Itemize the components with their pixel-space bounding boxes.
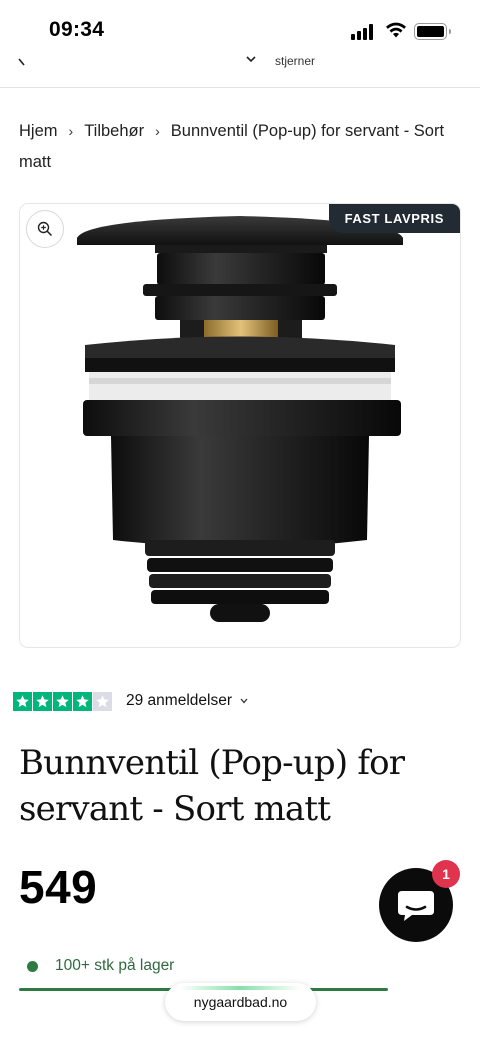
star-icon <box>33 691 52 711</box>
breadcrumb: Hjem › Tilbehør › Bunnventil (Pop-up) for se… <box>19 116 459 178</box>
breadcrumb-separator: › <box>155 123 160 139</box>
stock-dot-icon <box>27 960 38 972</box>
star-icon <box>53 691 72 711</box>
stock-text: 100+ stk på lager <box>55 957 175 974</box>
battery-icon <box>414 23 451 40</box>
breadcrumb-current: Bunnventil (Pop-up) for servant - Sort m… <box>19 122 445 171</box>
chat-icon <box>398 891 434 921</box>
star-rating <box>13 691 112 711</box>
top-strip: stjerner <box>0 48 480 88</box>
wifi-icon <box>385 21 407 44</box>
rating-row[interactable]: 29 anmeldelser <box>13 691 248 711</box>
breadcrumb-accessories[interactable]: Tilbehør <box>84 122 144 140</box>
star-icon <box>13 691 32 711</box>
stars-link[interactable]: stjerner <box>275 54 315 68</box>
review-count[interactable]: 29 anmeldelser <box>126 692 232 710</box>
back-chevron-icon[interactable] <box>18 53 26 69</box>
low-price-badge: FAST LAVPRIS <box>328 204 460 233</box>
zoom-button[interactable] <box>26 210 64 248</box>
star-icon <box>93 691 112 711</box>
chevron-down-icon[interactable] <box>246 52 256 66</box>
breadcrumb-home[interactable]: Hjem <box>19 122 58 140</box>
product-title-line: servant - Sort matt <box>19 789 331 829</box>
status-time: 09:34 <box>49 18 105 41</box>
loading-indicator <box>180 986 300 990</box>
chevron-down-icon[interactable] <box>240 696 248 707</box>
product-title: Bunnventil (Pop-up) for servant - Sort m… <box>19 740 439 832</box>
browser-url: nygaardbad.no <box>193 994 288 1010</box>
star-icon <box>73 691 92 711</box>
product-price: 549 <box>19 861 98 913</box>
chat-notification-badge: 1 <box>432 860 460 888</box>
product-image <box>77 216 403 622</box>
product-gallery[interactable]: FAST LAVPRIS <box>19 203 461 648</box>
breadcrumb-separator: › <box>68 123 74 139</box>
stock-status: 100+ stk på lager <box>27 957 174 975</box>
cellular-signal-icon <box>351 24 375 40</box>
product-title-line: Bunnventil (Pop-up) for <box>19 743 405 783</box>
zoom-icon <box>37 221 53 237</box>
